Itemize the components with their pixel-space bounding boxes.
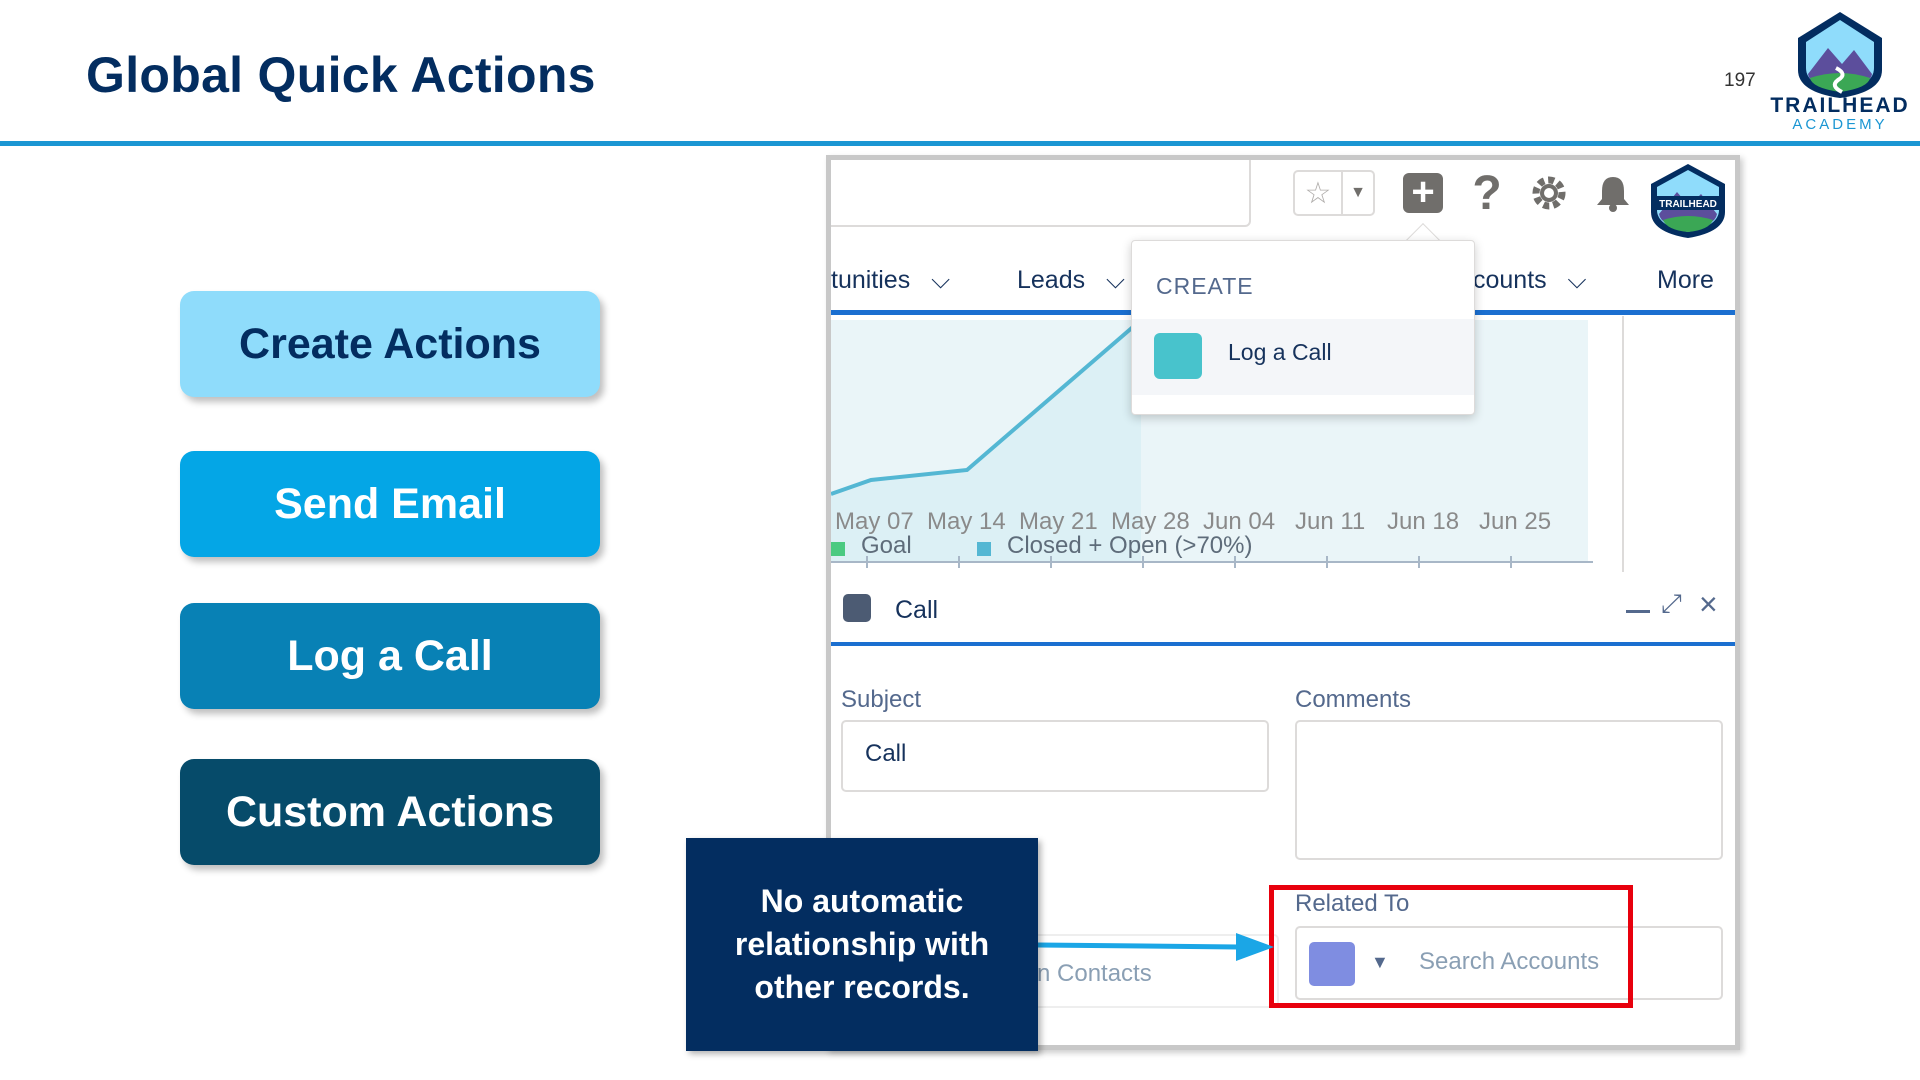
comments-label: Comments: [1295, 686, 1412, 713]
add-icon[interactable]: +: [1401, 170, 1445, 216]
nav-item-leads[interactable]: Leads ⌵: [1017, 266, 1125, 295]
chevron-down-icon[interactable]: ⌵: [1568, 266, 1587, 294]
create-actions-button[interactable]: Create Actions: [180, 291, 600, 397]
nav-item-more[interactable]: More: [1657, 266, 1714, 295]
call-panel-title: Call: [895, 596, 939, 624]
slide-title: Global Quick Actions: [86, 47, 596, 103]
subject-input[interactable]: Call: [841, 720, 1269, 792]
legend-label-goal: Goal: [861, 532, 912, 559]
slide-number: 197: [1724, 70, 1756, 91]
minimize-icon[interactable]: [1626, 610, 1650, 613]
help-icon[interactable]: ?: [1465, 167, 1509, 220]
create-menu: CREATE Log a Call: [1131, 240, 1475, 415]
legend-label-closed-open: Closed + Open (>70%): [1007, 532, 1253, 559]
related-to-highlight: [1269, 885, 1633, 1008]
x-tick-label: May 14: [927, 508, 1006, 535]
call-panel-header: Call ⤢ ×: [831, 572, 1735, 646]
comments-textarea[interactable]: [1295, 720, 1723, 860]
x-tick-label: Jun 25: [1479, 508, 1552, 535]
gear-icon[interactable]: [1527, 170, 1571, 216]
nav-item-accounts[interactable]: counts ⌵: [1473, 266, 1586, 295]
avatar[interactable]: TRAILHEAD: [1645, 162, 1731, 240]
logo-text-academy: ACADEMY: [1792, 116, 1888, 133]
call-icon: [843, 594, 871, 622]
send-email-button[interactable]: Send Email: [180, 451, 600, 557]
menu-item-log-a-call[interactable]: Log a Call: [1132, 319, 1474, 395]
arrow-icon: [1038, 933, 1274, 961]
legend-swatch-closed-open: [977, 542, 991, 556]
logo-text-trailhead: TRAILHEAD: [1770, 94, 1910, 117]
chevron-down-icon[interactable]: ⌵: [931, 266, 950, 294]
subject-label: Subject: [841, 686, 922, 713]
x-tick-label: Jun 11: [1295, 508, 1366, 535]
menu-item-label: Log a Call: [1228, 339, 1332, 365]
chevron-down-icon[interactable]: ▼: [1343, 172, 1373, 214]
close-icon[interactable]: ×: [1699, 586, 1718, 623]
header-divider: [0, 141, 1920, 146]
star-icon[interactable]: ☆: [1295, 172, 1343, 214]
global-search-input[interactable]: [831, 160, 1251, 227]
expand-icon[interactable]: ⤢: [1661, 588, 1682, 620]
log-a-call-button[interactable]: Log a Call: [180, 603, 600, 709]
favorites-group[interactable]: ☆ ▼: [1293, 170, 1375, 216]
custom-actions-button[interactable]: Custom Actions: [180, 759, 600, 865]
call-log-icon: [1154, 333, 1202, 379]
callout-box: No automatic relationship with other rec…: [686, 838, 1038, 1051]
x-tick-label: Jun 18: [1387, 508, 1460, 535]
legend-swatch-goal: [831, 542, 845, 556]
chevron-down-icon[interactable]: ⌵: [1106, 266, 1125, 294]
bell-icon[interactable]: [1591, 170, 1635, 216]
avatar-label: TRAILHEAD: [1659, 199, 1717, 210]
create-menu-header: CREATE: [1156, 273, 1254, 299]
subject-value: Call: [865, 740, 907, 767]
nav-item-opportunities[interactable]: tunities ⌵: [831, 266, 950, 295]
